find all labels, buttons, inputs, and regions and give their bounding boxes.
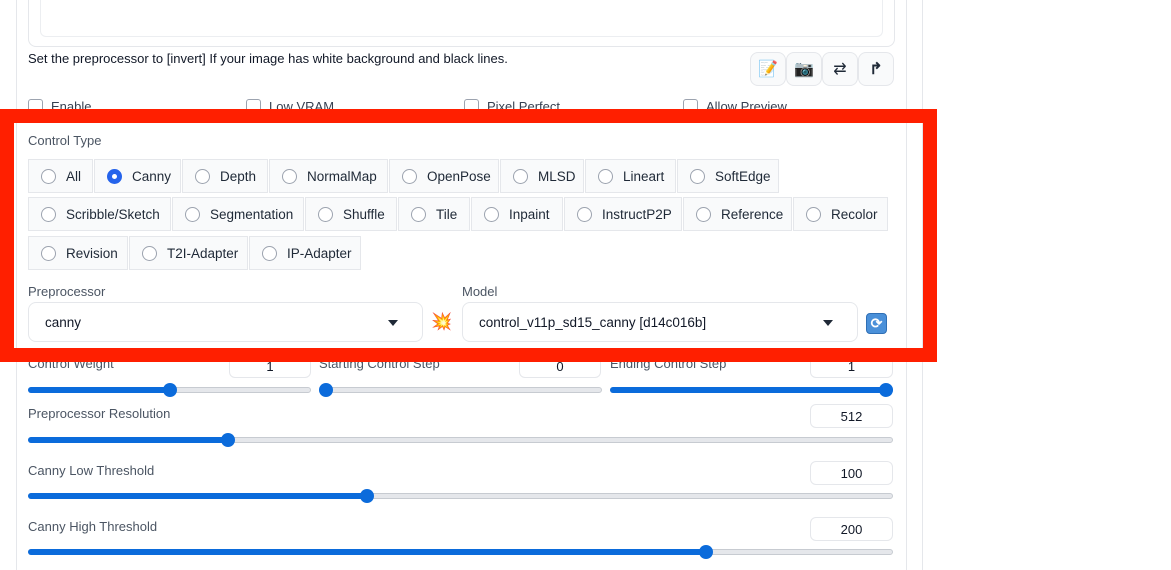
canny-low-slider-thumb[interactable] bbox=[360, 489, 374, 503]
preprocessor-resolution-input[interactable]: 512 bbox=[810, 404, 893, 428]
edit-button[interactable]: 📝 bbox=[750, 52, 786, 86]
canny-high-slider-fill bbox=[28, 549, 706, 555]
edit-icon: 📝 bbox=[758, 61, 778, 78]
control-weight-slider-fill bbox=[28, 387, 170, 393]
canny-low-label: Canny Low Threshold bbox=[28, 463, 155, 478]
preprocessor-resolution-slider-fill bbox=[28, 437, 228, 443]
canny-low-input[interactable]: 100 bbox=[810, 461, 893, 485]
image-canvas[interactable] bbox=[40, 0, 883, 37]
control-weight-slider-thumb[interactable] bbox=[163, 383, 177, 397]
starting-step-slider[interactable] bbox=[319, 387, 602, 393]
highlight-bottom-edge bbox=[0, 348, 937, 362]
starting-step-slider-thumb[interactable] bbox=[319, 383, 333, 397]
highlight-annotation bbox=[0, 109, 937, 362]
ending-step-slider-fill bbox=[610, 387, 893, 393]
canny-high-input[interactable]: 200 bbox=[810, 517, 893, 541]
invert-hint-text: Set the preprocessor to [invert] If your… bbox=[28, 51, 508, 66]
canny-high-slider-thumb[interactable] bbox=[699, 545, 713, 559]
swap-icon: ⇄ bbox=[833, 61, 847, 78]
canny-high-label: Canny High Threshold bbox=[28, 519, 158, 534]
ending-step-slider-thumb[interactable] bbox=[879, 383, 893, 397]
preprocessor-resolution-slider-thumb[interactable] bbox=[221, 433, 235, 447]
camera-icon: 📷 bbox=[794, 61, 814, 78]
canny-low-slider-fill bbox=[28, 493, 367, 499]
camera-button[interactable]: 📷 bbox=[786, 52, 822, 86]
swap-button[interactable]: ⇄ bbox=[822, 52, 858, 86]
preprocessor-resolution-label: Preprocessor Resolution bbox=[28, 406, 171, 421]
upload-button[interactable]: ↱ bbox=[858, 52, 894, 86]
upload-icon: ↱ bbox=[869, 61, 883, 78]
